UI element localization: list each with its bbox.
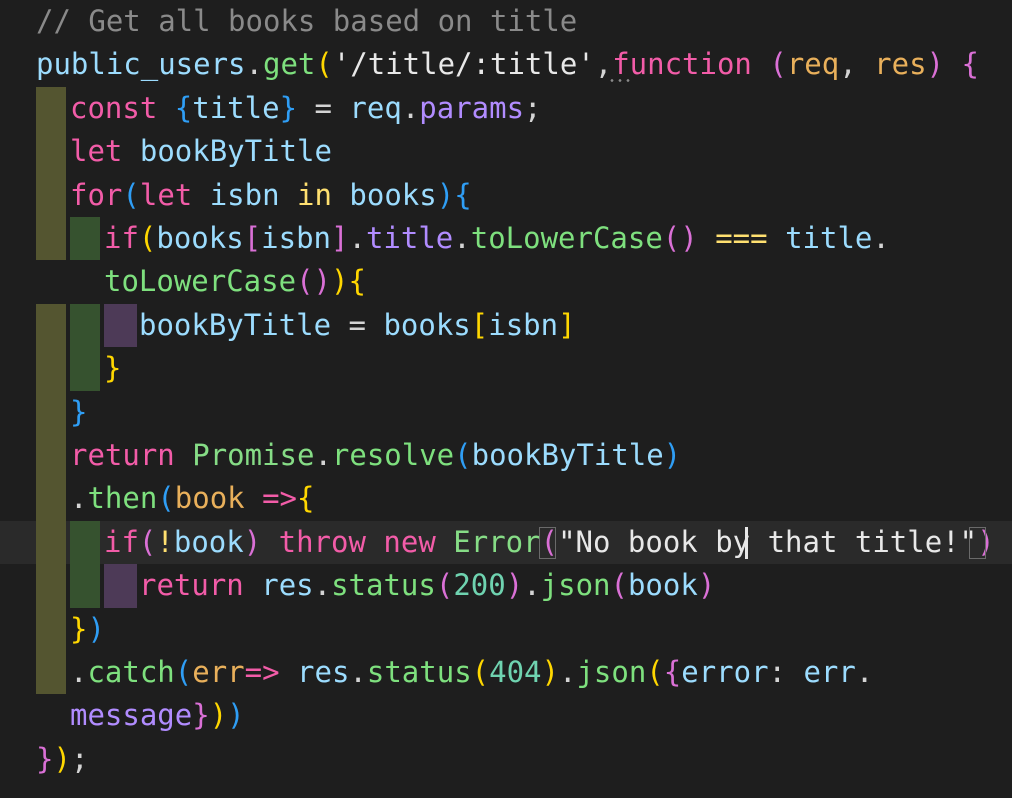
indent-guide — [70, 520, 100, 565]
code-text: for(let isbn in books){ — [70, 177, 472, 212]
code-line[interactable]: .then(book =>{ — [0, 477, 1012, 521]
code-line[interactable]: }); — [0, 738, 1012, 781]
indent-guide — [104, 303, 137, 348]
indent-guide — [70, 347, 100, 391]
indent-guide — [36, 607, 66, 651]
code-text: } — [104, 351, 122, 386]
code-line[interactable]: .catch(err=> res.status(404).json({error… — [0, 651, 1012, 695]
code-text: }) — [70, 611, 105, 646]
code-line[interactable]: bookByTitle = books[isbn] — [0, 303, 1012, 348]
code-text: toLowerCase()){ — [104, 264, 366, 299]
indent-guide — [104, 564, 137, 608]
code-text: }); — [36, 741, 89, 776]
indent-guide — [36, 173, 66, 217]
indent-guide — [70, 564, 100, 608]
bracket-match-highlight — [539, 526, 556, 559]
indent-guide — [36, 564, 66, 608]
code-text: return res.status(200).json(book) — [139, 568, 716, 603]
code-text: if(books[isbn].title.toLowerCase() === t… — [104, 221, 890, 255]
indent-guide — [36, 303, 66, 348]
indent-guide — [70, 217, 100, 261]
bracket-match-highlight — [969, 526, 986, 559]
indent-guide — [36, 130, 66, 174]
code-line[interactable]: return res.status(200).json(book) — [0, 564, 1012, 608]
indent-guide — [70, 303, 100, 348]
indent-guide — [36, 434, 66, 478]
code-line[interactable]: } — [0, 347, 1012, 391]
indent-guide — [36, 347, 66, 391]
code-text: // Get all books based on title — [36, 4, 578, 38]
code-text: return Promise.resolve(bookByTitle) — [70, 438, 682, 472]
code-text: const {title} = req.params; — [70, 90, 542, 125]
indent-guide — [36, 477, 66, 521]
code-text: let bookByTitle — [70, 134, 332, 169]
code-text: .catch(err=> res.status(404).json({error… — [70, 655, 874, 689]
code-line[interactable]: if(!book) throw new Error("No book by th… — [0, 520, 1012, 565]
code-line[interactable]: message})) — [0, 694, 1012, 737]
code-text: message})) — [70, 698, 245, 733]
indent-guide — [36, 390, 66, 434]
code-line[interactable]: // Get all books based on title — [0, 0, 1012, 43]
code-line[interactable]: return Promise.resolve(bookByTitle) — [0, 434, 1012, 478]
code-editor[interactable]: // Get all books based on title public_us… — [0, 0, 1012, 798]
code-text: .then(book =>{ — [70, 481, 315, 516]
code-text: } — [70, 394, 88, 429]
indent-guide — [36, 651, 66, 695]
text-cursor — [745, 526, 748, 559]
code-line[interactable]: if(books[isbn].title.toLowerCase() === t… — [0, 217, 1012, 261]
code-line[interactable]: public_users.get('/title/:title',functio… — [0, 43, 1012, 86]
indent-guide — [36, 217, 66, 261]
code-line[interactable]: toLowerCase()){ — [0, 260, 1012, 303]
code-line[interactable]: for(let isbn in books){ — [0, 173, 1012, 217]
indent-guide — [36, 520, 66, 565]
code-line[interactable]: let bookByTitle — [0, 130, 1012, 174]
hint-squiggle — [608, 79, 630, 83]
indent-guide — [36, 86, 66, 131]
code-line[interactable]: } — [0, 390, 1012, 434]
code-text: bookByTitle = books[isbn] — [139, 307, 576, 342]
code-line[interactable]: const {title} = req.params; — [0, 86, 1012, 131]
code-text: public_users.get('/title/:title',functio… — [36, 47, 979, 82]
code-line[interactable]: }) — [0, 607, 1012, 651]
